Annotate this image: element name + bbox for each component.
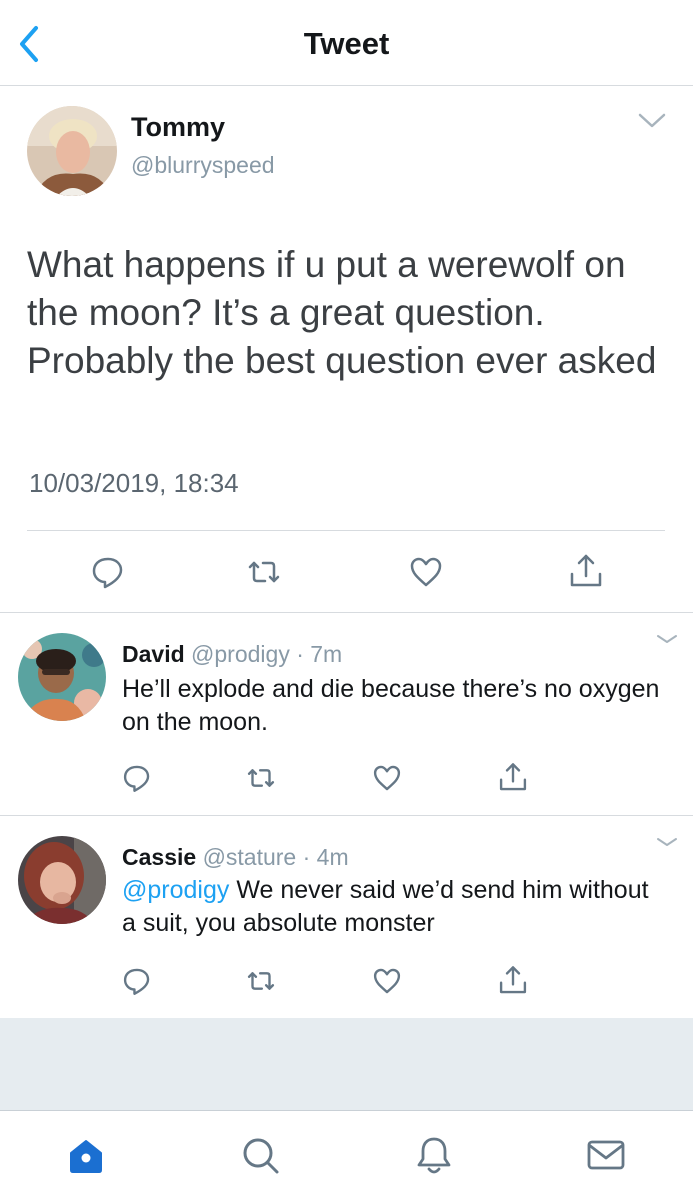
retweet-icon bbox=[244, 552, 284, 592]
reply-header: David @prodigy · 7m bbox=[122, 641, 342, 668]
reply-text: He’ll explode and die because there’s no… bbox=[122, 675, 660, 736]
reply-author-handle[interactable]: @prodigy bbox=[191, 641, 290, 667]
reply-icon bbox=[120, 761, 154, 795]
share-icon bbox=[566, 552, 606, 592]
avatar[interactable] bbox=[18, 836, 106, 924]
tab-notifications[interactable] bbox=[412, 1133, 456, 1177]
retweet-button[interactable] bbox=[244, 964, 278, 998]
share-button[interactable] bbox=[566, 552, 606, 592]
share-icon bbox=[496, 964, 530, 998]
reply-button[interactable] bbox=[120, 761, 154, 795]
top-bar: Tweet bbox=[0, 0, 693, 86]
tab-home[interactable] bbox=[64, 1133, 108, 1177]
like-button[interactable] bbox=[370, 964, 404, 998]
reply-author-handle[interactable]: @stature bbox=[203, 844, 297, 870]
reply-author-name[interactable]: David bbox=[122, 641, 185, 667]
reply-tweet[interactable]: Cassie @stature · 4m @prodigy We never s… bbox=[0, 816, 693, 1018]
reply-icon bbox=[88, 552, 128, 592]
tweet-timestamp[interactable]: 10/03/2019, 18:34 bbox=[29, 468, 239, 499]
divider bbox=[27, 530, 665, 531]
reply-text: @prodigy We never said we’d send him wit… bbox=[122, 874, 662, 940]
mention-link[interactable]: @prodigy bbox=[122, 876, 229, 904]
share-button[interactable] bbox=[496, 761, 530, 795]
page-title: Tweet bbox=[303, 26, 390, 61]
reply-icon bbox=[120, 964, 154, 998]
main-tweet: Tommy @blurryspeed What happens if u put… bbox=[0, 86, 693, 613]
reply-header: Cassie @stature · 4m bbox=[122, 844, 349, 871]
avatar[interactable] bbox=[18, 633, 106, 721]
reply-menu-button[interactable] bbox=[652, 832, 682, 852]
chevron-down-icon bbox=[652, 629, 682, 649]
heart-icon bbox=[406, 552, 446, 592]
reply-author-name[interactable]: Cassie bbox=[122, 844, 196, 870]
bell-icon bbox=[412, 1133, 456, 1177]
like-button[interactable] bbox=[370, 761, 404, 795]
retweet-button[interactable] bbox=[244, 761, 278, 795]
tweet-text: What happens if u put a werewolf on the … bbox=[27, 244, 657, 381]
heart-icon bbox=[370, 964, 404, 998]
heart-icon bbox=[370, 761, 404, 795]
author-handle[interactable]: @blurryspeed bbox=[131, 152, 275, 179]
timeline-end-area bbox=[0, 1018, 693, 1110]
tweet-menu-button[interactable] bbox=[632, 106, 672, 136]
share-button[interactable] bbox=[496, 964, 530, 998]
reply-menu-button[interactable] bbox=[652, 629, 682, 649]
share-icon bbox=[496, 761, 530, 795]
reply-button[interactable] bbox=[88, 552, 128, 592]
chevron-down-icon bbox=[652, 832, 682, 852]
tab-messages[interactable] bbox=[584, 1133, 628, 1177]
envelope-icon bbox=[584, 1133, 628, 1177]
retweet-icon bbox=[244, 964, 278, 998]
reply-time: · 7m bbox=[296, 641, 343, 667]
chevron-down-icon bbox=[632, 106, 672, 136]
reply-button[interactable] bbox=[120, 964, 154, 998]
retweet-button[interactable] bbox=[244, 552, 284, 592]
reply-tweet[interactable]: David @prodigy · 7m He’ll explode and di… bbox=[0, 613, 693, 816]
retweet-icon bbox=[244, 761, 278, 795]
bottom-tab-bar bbox=[0, 1110, 693, 1200]
avatar[interactable] bbox=[27, 106, 117, 196]
tab-search[interactable] bbox=[238, 1133, 282, 1177]
author-name[interactable]: Tommy bbox=[131, 112, 225, 143]
reply-time: · 4m bbox=[302, 844, 349, 870]
like-button[interactable] bbox=[406, 552, 446, 592]
home-icon bbox=[64, 1133, 108, 1177]
search-icon bbox=[238, 1133, 282, 1177]
